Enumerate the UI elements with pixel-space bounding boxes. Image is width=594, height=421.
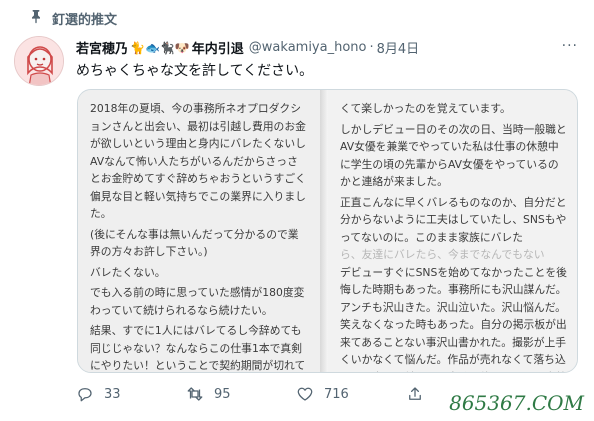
left-page-paragraph: 結果、すでに1人にはバレてるし今辞めても同じじゃない？なんならこの仕事1本で真剣… <box>90 324 306 372</box>
left-page-paragraph: (後にそんな事は無いんだって分かるので業界の方々お許し下さい。) <box>90 227 299 259</box>
separator-dot: · <box>369 40 374 55</box>
share-button[interactable] <box>406 385 434 403</box>
book-gutter <box>320 90 328 372</box>
image-right-page: くて楽しかったのを覚えています。 しかしデビュー日のその次の日、当時一般職とAV… <box>328 90 577 373</box>
tweet-header: 若宮穂乃 🐈🐟🐈‍⬛🐶 年内引退 @wakamiya_hono · 8月4日 <box>76 38 580 57</box>
like-button[interactable]: 716 <box>296 385 406 403</box>
heart-icon <box>297 387 313 401</box>
left-page-paragraph: でも入る前の時に思っていた感情が180度変わっていて続けられるなら続けたい。 <box>90 286 305 317</box>
more-options-button[interactable]: ··· <box>562 38 578 54</box>
like-count: 716 <box>324 386 349 402</box>
avatar-illustration-icon <box>15 37 63 85</box>
retweet-button[interactable]: 95 <box>186 385 296 403</box>
right-page-paragraph: 正直こんなに早くバレるものなのか、自分だと分からないように工夫はしていたし、SN… <box>340 195 567 244</box>
tweet-date[interactable]: 8月4日 <box>377 38 420 57</box>
author-name-emojis: 🐈🐟🐈‍⬛🐶 <box>130 40 190 55</box>
pinned-tweet-label: 釘選的推文 <box>32 9 118 28</box>
avatar[interactable] <box>14 36 64 86</box>
image-left-page: 2018年の夏頃、今の事務所ネオプロダクションさんと出会い、最初は引越し費用のお… <box>78 90 320 372</box>
right-page-paragraph: くて楽しかったのを覚えています。 <box>340 102 511 115</box>
left-page-paragraph: 2018年の夏頃、今の事務所ネオプロダクションさんと出会い、最初は引越し費用のお… <box>90 102 306 220</box>
right-page-faded-line: ら、友達にバレたら、今までなんでもない <box>340 248 545 261</box>
tweet-image[interactable]: 2018年の夏頃、今の事務所ネオプロダクションさんと出会い、最初は引越し費用のお… <box>77 89 578 373</box>
reply-icon <box>78 388 92 402</box>
right-page-paragraph: デビューすぐにSNSを始めてなかったことを後悔した時期もあった。事務所にも沢山謀… <box>340 265 567 373</box>
reply-button[interactable]: 33 <box>76 385 186 403</box>
author-name-suffix[interactable]: 年内引退 <box>192 38 244 57</box>
reply-count: 33 <box>104 386 121 402</box>
share-icon <box>409 387 421 400</box>
tweet-text: めちゃくちゃな文を許してください。 <box>76 63 314 79</box>
right-page-paragraph: しかしデビュー日のその次の日、当時一般職とAV女優を兼業でやっていた私は仕事の休… <box>340 122 567 189</box>
pin-icon <box>32 10 40 24</box>
site-watermark: 865367.COM <box>449 391 584 415</box>
pinned-label-text: 釘選的推文 <box>52 13 118 28</box>
left-page-paragraph: バレたくない。 <box>90 265 166 279</box>
retweet-icon <box>187 387 203 401</box>
retweet-count: 95 <box>214 386 231 402</box>
author-display-name[interactable]: 若宮穂乃 <box>76 38 128 57</box>
author-handle[interactable]: @wakamiya_hono <box>249 40 367 55</box>
